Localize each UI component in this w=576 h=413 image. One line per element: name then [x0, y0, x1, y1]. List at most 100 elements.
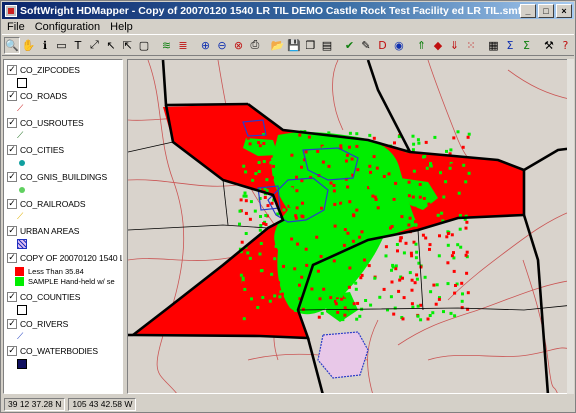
coverage-pixel: [355, 317, 359, 321]
legend-layer[interactable]: ✓ CO_ZIPCODES: [7, 64, 122, 88]
coverage-pixel: [257, 141, 261, 145]
layer-visibility-checkbox[interactable]: ✓: [7, 65, 17, 75]
pan-hand-icon[interactable]: ✋: [21, 37, 37, 54]
coverage-pixel: [369, 170, 372, 174]
coverage-pixel: [353, 250, 357, 254]
label-tool-icon[interactable]: ▭: [54, 37, 70, 54]
dxf-icon[interactable]: D: [375, 37, 391, 54]
grid-points-icon[interactable]: ⁙: [463, 37, 479, 54]
menu-help[interactable]: Help: [105, 21, 138, 33]
legend-layer[interactable]: ✓ CO_ROADS ⟋: [7, 90, 122, 114]
coverage-pixel: [352, 257, 356, 261]
legend-layer[interactable]: ✓COPY OF 20070120 1540 LR T Less Than 35.…: [7, 252, 122, 286]
page-icon[interactable]: ▤: [319, 37, 335, 54]
open-folder-icon[interactable]: 📂: [270, 37, 286, 54]
layers-icon[interactable]: ≋: [159, 37, 175, 54]
map-canvas[interactable]: [128, 60, 573, 394]
zoom-tool-icon[interactable]: 🔍: [4, 36, 20, 54]
close-button[interactable]: ×: [556, 3, 572, 18]
coverage-pixel: [350, 183, 354, 187]
title-bar[interactable]: SoftWright HDMapper - Copy of 20070120 1…: [2, 2, 574, 19]
coverage-pixel: [385, 219, 389, 223]
coverage-pixel: [341, 213, 345, 217]
layer-visibility-checkbox[interactable]: ✓: [7, 172, 17, 182]
coverage-pixel: [466, 291, 470, 295]
coverage-pixel: [352, 209, 356, 213]
coverage-pixel: [255, 150, 259, 154]
coverage-pixel: [274, 304, 278, 308]
layer-visibility-checkbox[interactable]: ✓: [7, 319, 17, 329]
layer-visibility-checkbox[interactable]: ✓: [7, 226, 17, 236]
menu-configuration[interactable]: Configuration: [30, 21, 105, 33]
legend-layer[interactable]: ✓ CO_RIVERS ⟋: [7, 318, 122, 342]
help-icon[interactable]: ?: [558, 37, 574, 54]
coverage-pixel: [256, 297, 260, 300]
coverage-pixel: [346, 231, 350, 235]
sum-plus-icon[interactable]: Σ: [519, 37, 535, 54]
coverage-pixel: [401, 317, 405, 321]
layer-up-icon[interactable]: ⇑: [414, 37, 430, 54]
tools-icon[interactable]: ⚒: [541, 37, 557, 54]
legend-layer[interactable]: ✓ CO_RAILROADS ⟋: [7, 198, 122, 222]
legend-layer[interactable]: ✓ CO_USROUTES ⟋: [7, 117, 122, 141]
layer-legend-panel[interactable]: ✓ CO_ZIPCODES ✓ CO_ROADS ⟋ ✓ CO_USROUTES ⟋ ✓ CO_C…: [3, 59, 123, 394]
maximize-button[interactable]: □: [538, 3, 554, 18]
coverage-pixel: [418, 183, 422, 186]
map-view[interactable]: [127, 59, 573, 394]
zoom-in-icon[interactable]: ⊕: [198, 37, 214, 54]
checkmark-icon[interactable]: ✔: [342, 37, 358, 54]
zoom-extents-icon[interactable]: ⊗: [231, 37, 247, 54]
coverage-pixel: [439, 171, 442, 175]
layer-visibility-checkbox[interactable]: ✓: [7, 292, 17, 302]
coverage-pixel: [263, 196, 267, 199]
coverage-pixel: [422, 197, 426, 200]
coverage-pixel: [401, 276, 404, 280]
legend-layer[interactable]: ✓ CO_WATERBODIES: [7, 345, 122, 369]
minimize-button[interactable]: _: [520, 3, 536, 18]
legend-layer[interactable]: ✓ CO_COUNTIES: [7, 291, 122, 315]
coverage-pixel: [328, 238, 332, 242]
copy-icon[interactable]: ❐: [303, 37, 319, 54]
coverage-pixel: [410, 302, 414, 306]
coverage-pixel: [278, 258, 282, 262]
map-edit-icon[interactable]: ✎: [358, 37, 374, 54]
layer-visibility-checkbox[interactable]: ✓: [7, 118, 17, 128]
coverage-pixel: [355, 132, 359, 136]
coverage-pixel: [356, 301, 360, 305]
zoom-out-icon[interactable]: ⊖: [214, 37, 230, 54]
layers-stack-icon[interactable]: ≣: [175, 37, 191, 54]
legend-layer[interactable]: ✓ CO_CITIES: [7, 144, 122, 166]
coverage-pixel: [408, 271, 412, 275]
legend-layer[interactable]: ✓ URBAN AREAS: [7, 225, 122, 249]
table-icon[interactable]: ▦: [486, 37, 502, 54]
layer-box-icon[interactable]: ▢: [136, 37, 152, 54]
measure-tool-icon[interactable]: ⤢: [87, 37, 103, 54]
info-icon[interactable]: ℹ: [37, 37, 53, 54]
map-scrollbar[interactable]: [567, 59, 574, 394]
save-disk-icon[interactable]: 💾: [286, 37, 302, 54]
layer-visibility-checkbox[interactable]: ✓: [7, 91, 17, 101]
window-title: SoftWright HDMapper - Copy of 20070120 1…: [20, 4, 520, 17]
layer-down-icon[interactable]: ⇓: [447, 37, 463, 54]
pointer-plus-icon[interactable]: ⇱: [120, 37, 136, 54]
print-icon[interactable]: ⎙: [247, 37, 263, 54]
coverage-pixel: [367, 264, 371, 268]
coverage-pixel: [390, 280, 394, 284]
coverage-pixel: [295, 206, 299, 210]
layer-visibility-checkbox[interactable]: ✓: [7, 145, 17, 155]
layer-visibility-checkbox[interactable]: ✓: [7, 346, 17, 356]
menu-file[interactable]: File: [2, 21, 30, 33]
select-arrow-icon[interactable]: ↖: [103, 37, 119, 54]
text-tool-icon[interactable]: T: [70, 37, 86, 54]
layer-color-icon[interactable]: ◆: [430, 37, 446, 54]
coverage-pixel: [343, 173, 347, 177]
globe-icon[interactable]: ◉: [391, 37, 407, 54]
coverage-pixel: [464, 226, 468, 230]
coverage-pixel: [318, 229, 322, 233]
sum-icon[interactable]: Σ: [502, 37, 518, 54]
layer-visibility-checkbox[interactable]: ✓: [7, 199, 17, 209]
coverage-pixel: [265, 178, 269, 182]
legend-layer[interactable]: ✓ CO_GNIS_BUILDINGS: [7, 171, 122, 193]
layer-visibility-checkbox[interactable]: ✓: [7, 253, 17, 263]
coverage-pixel: [258, 252, 262, 256]
